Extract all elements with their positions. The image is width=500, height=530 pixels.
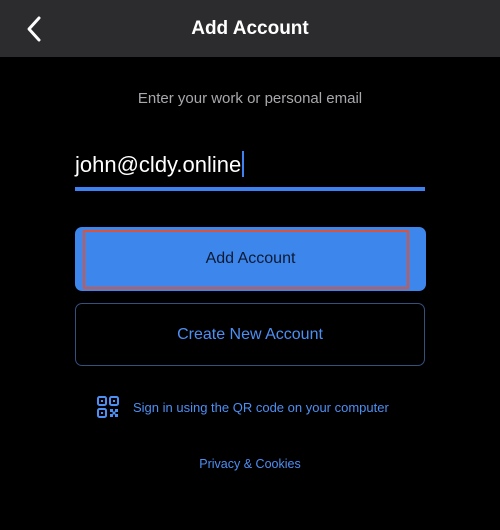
- email-prompt-label: Enter your work or personal email: [137, 90, 363, 107]
- privacy-cookies-link[interactable]: Privacy & Cookies: [199, 457, 300, 471]
- email-field-value[interactable]: john@cldy.online: [75, 151, 245, 178]
- email-field[interactable]: john@cldy.online: [75, 145, 425, 191]
- back-button[interactable]: [14, 10, 54, 48]
- qr-code-icon: [97, 396, 119, 418]
- qr-sign-in-link[interactable]: Sign in using the QR code on your comput…: [97, 395, 389, 419]
- add-account-screen: Add Account Enter your work or personal …: [0, 0, 500, 530]
- qr-sign-in-label: Sign in using the QR code on your comput…: [133, 399, 389, 415]
- add-account-button[interactable]: Add Account: [75, 227, 426, 291]
- create-new-account-button-label: Create New Account: [177, 326, 323, 343]
- text-caret: [242, 151, 245, 177]
- create-new-account-button[interactable]: Create New Account: [75, 303, 425, 366]
- add-account-button-label: Add Account: [205, 250, 296, 267]
- chevron-left-icon: [27, 16, 41, 42]
- navigation-bar: Add Account: [0, 0, 500, 57]
- page-title: Add Account: [191, 18, 309, 39]
- email-value-text: john@cldy.online: [75, 152, 242, 177]
- privacy-cookies-row: Privacy & Cookies: [0, 457, 500, 471]
